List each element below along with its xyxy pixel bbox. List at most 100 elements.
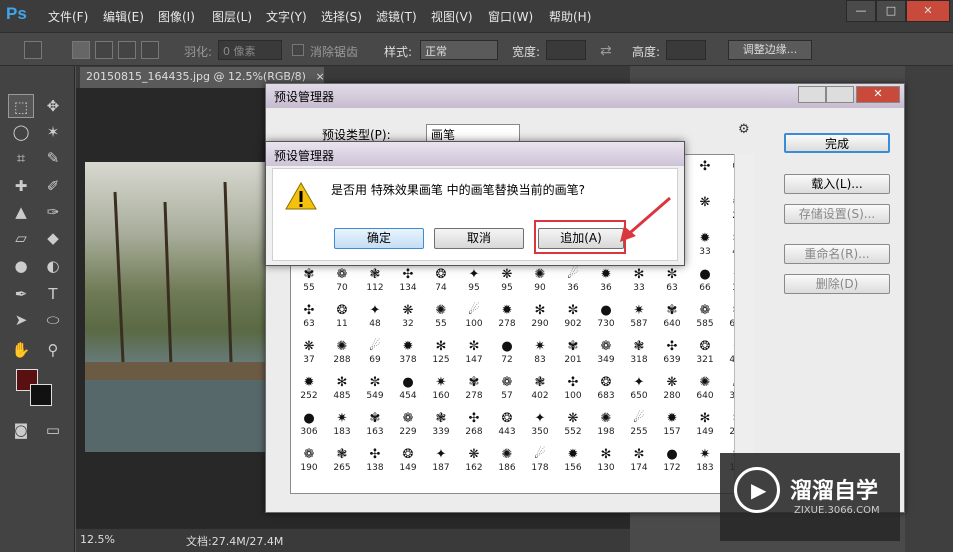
cancel-button[interactable]: 取消 — [434, 228, 524, 249]
gear-icon[interactable]: ⚙ — [738, 122, 750, 137]
brush-cell[interactable]: ✹ 33 — [689, 229, 721, 260]
menu-help[interactable]: 帮助(H) — [549, 8, 591, 25]
blur-tool-icon[interactable]: ● — [8, 254, 34, 278]
hand-tool-icon[interactable]: ✋ — [8, 338, 34, 362]
menu-filter[interactable]: 滤镜(T) — [376, 8, 417, 25]
menu-image[interactable]: 图像(I) — [158, 8, 195, 25]
brush-cell[interactable]: ✦ 187 — [425, 445, 457, 476]
brush-cell[interactable]: ✼ 147 — [458, 337, 490, 368]
load-button[interactable]: 载入(L)... — [784, 174, 890, 194]
brush-cell[interactable]: ✻ 33 — [623, 265, 655, 296]
menu-select[interactable]: 选择(S) — [321, 8, 362, 25]
feather-input[interactable]: 0 像素 — [218, 40, 282, 60]
pen-tool-icon[interactable]: ✒ — [8, 282, 34, 306]
background-color-swatch[interactable] — [30, 384, 52, 406]
menu-type[interactable]: 文字(Y) — [266, 8, 307, 25]
brush-cell[interactable]: ✹ 378 — [392, 337, 424, 368]
brush-cell[interactable]: ✷ 183 — [689, 445, 721, 476]
brush-cell[interactable]: ❃ 265 — [326, 445, 358, 476]
healing-brush-icon[interactable]: ✚ — [8, 174, 34, 198]
crop-tool-icon[interactable]: ⌗ — [8, 146, 34, 170]
brush-tool-icon[interactable]: ✐ — [40, 174, 66, 198]
lasso-tool-icon[interactable]: ◯ — [8, 120, 34, 144]
brush-cell[interactable]: ✻ 485 — [326, 373, 358, 404]
delete-button[interactable]: 删除(D) — [784, 274, 890, 294]
brush-cell[interactable]: ✼ 549 — [359, 373, 391, 404]
brush-cell[interactable]: ✻ 130 — [590, 445, 622, 476]
brush-cell[interactable]: ✺ 640 — [689, 373, 721, 404]
brush-cell[interactable]: ✷ 83 — [524, 337, 556, 368]
maximize-button[interactable]: □ — [876, 0, 906, 22]
brush-cell[interactable]: ✺ 288 — [326, 337, 358, 368]
brush-cell[interactable]: ❋ 280 — [656, 373, 688, 404]
quick-mask-icon[interactable]: ◙ — [8, 418, 34, 442]
ellipse-tool-icon[interactable]: ⬭ — [40, 308, 66, 332]
brush-cell[interactable]: ❋ — [689, 193, 721, 224]
brush-cell[interactable]: ✾ 163 — [359, 409, 391, 440]
brush-cell[interactable]: ✹ 157 — [656, 409, 688, 440]
brush-cell[interactable]: ❂ 683 — [590, 373, 622, 404]
brush-cell[interactable]: ❂ 321 — [689, 337, 721, 368]
menu-view[interactable]: 视图(V) — [431, 8, 473, 25]
brush-cell[interactable]: ✾ 278 — [458, 373, 490, 404]
brush-cell[interactable]: ❃ 339 — [425, 409, 457, 440]
brush-cell[interactable]: ✦ 650 — [623, 373, 655, 404]
brush-cell[interactable]: ❁ 57 — [491, 373, 523, 404]
rename-button[interactable]: 重命名(R)... — [784, 244, 890, 264]
screen-mode-icon[interactable]: ▭ — [40, 418, 66, 442]
brush-cell[interactable]: ✼ 902 — [557, 301, 589, 332]
eyedropper-icon[interactable]: ✎ — [40, 146, 66, 170]
brush-cell[interactable]: ❁ 70 — [326, 265, 358, 296]
pm-close-button[interactable]: ✕ — [856, 86, 900, 103]
brush-cell[interactable]: ✷ 183 — [326, 409, 358, 440]
brush-cell[interactable]: ❁ 190 — [293, 445, 325, 476]
brush-cell[interactable]: ❋ 552 — [557, 409, 589, 440]
brush-cell[interactable]: ❃ 402 — [524, 373, 556, 404]
brush-cell[interactable]: ❋ 95 — [491, 265, 523, 296]
brush-cell[interactable]: ✣ 639 — [656, 337, 688, 368]
brush-cell[interactable]: ✺ 90 — [524, 265, 556, 296]
marquee-preset-icon[interactable] — [24, 41, 42, 59]
brush-cell[interactable]: ✣ — [689, 157, 721, 188]
refine-edge-button[interactable]: 调整边缘... — [728, 40, 812, 60]
brush-cell[interactable]: ❂ 11 — [326, 301, 358, 332]
brush-cell[interactable]: ● 72 — [491, 337, 523, 368]
brush-cell[interactable]: ● 172 — [656, 445, 688, 476]
brush-cell[interactable]: ✦ 48 — [359, 301, 391, 332]
brush-cell[interactable]: ❂ 149 — [392, 445, 424, 476]
path-select-icon[interactable]: ➤ — [8, 308, 34, 332]
antialias-checkbox[interactable] — [292, 44, 304, 56]
brush-cell[interactable]: ❋ 32 — [392, 301, 424, 332]
brush-cell[interactable]: ☄ 100 — [458, 301, 490, 332]
menu-file[interactable]: 文件(F) — [48, 8, 88, 25]
menu-window[interactable]: 窗口(W) — [488, 8, 533, 25]
tab-close-icon[interactable]: × — [315, 70, 324, 83]
move-tool-icon[interactable]: ✥ — [40, 94, 66, 118]
pm-minimize-button[interactable] — [798, 86, 826, 103]
swap-icon[interactable]: ⇄ — [600, 43, 612, 59]
ok-button[interactable]: 确定 — [334, 228, 424, 249]
eraser-tool-icon[interactable]: ▱ — [8, 226, 34, 250]
brush-cell[interactable]: ✹ 36 — [590, 265, 622, 296]
brush-cell[interactable]: ✦ 95 — [458, 265, 490, 296]
brush-cell[interactable]: ✾ 201 — [557, 337, 589, 368]
brush-cell[interactable]: ● 66 — [689, 265, 721, 296]
brush-cell[interactable]: ❁ 585 — [689, 301, 721, 332]
brush-cell[interactable]: ✦ 350 — [524, 409, 556, 440]
pm-maximize-button[interactable] — [826, 86, 854, 103]
brush-cell[interactable]: ❃ 318 — [623, 337, 655, 368]
intersect-selection-icon[interactable] — [141, 41, 159, 59]
close-button[interactable]: ✕ — [906, 0, 950, 22]
brush-cell[interactable]: ✣ 134 — [392, 265, 424, 296]
brush-cell[interactable]: ☄ 178 — [524, 445, 556, 476]
brush-cell[interactable]: ✻ 290 — [524, 301, 556, 332]
type-tool-icon[interactable]: T — [40, 282, 66, 306]
add-selection-icon[interactable] — [95, 41, 113, 59]
brush-cell[interactable]: ● 306 — [293, 409, 325, 440]
height-input[interactable] — [666, 40, 706, 60]
brush-cell[interactable]: ✷ 587 — [623, 301, 655, 332]
style-select[interactable]: 正常 — [420, 40, 498, 60]
dodge-tool-icon[interactable]: ◐ — [40, 254, 66, 278]
brush-cell[interactable]: ✣ 138 — [359, 445, 391, 476]
brush-cell[interactable]: ● 730 — [590, 301, 622, 332]
